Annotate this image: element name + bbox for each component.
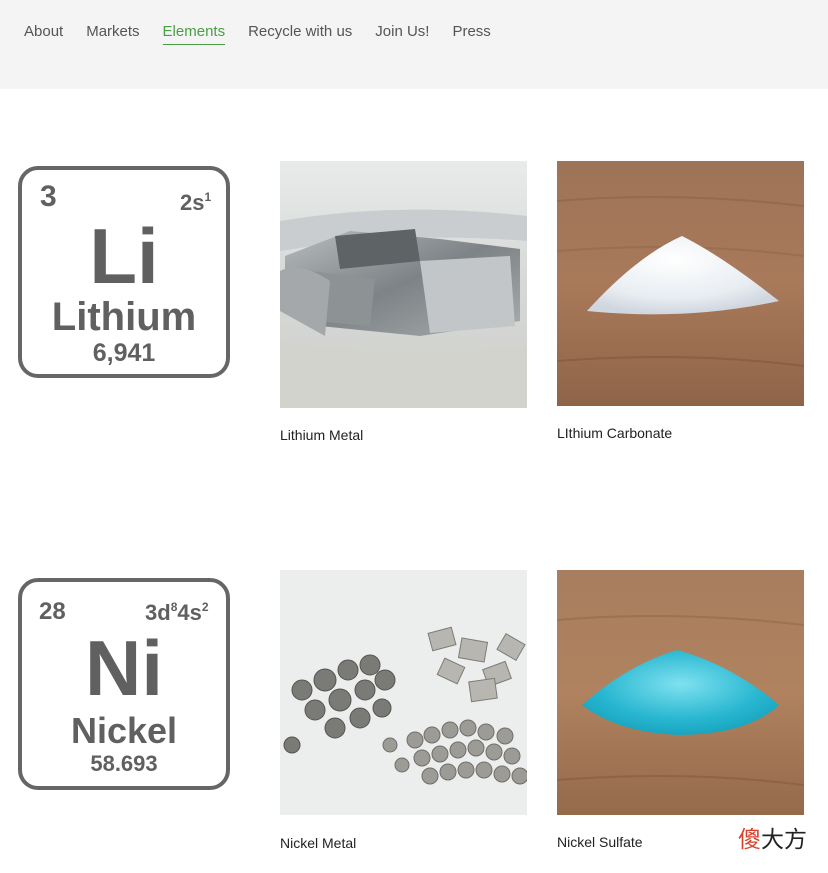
element-name: Nickel <box>70 710 178 751</box>
main-nav: About Markets Elements Recycle with us J… <box>24 21 514 45</box>
element-name: Lithium <box>51 295 197 339</box>
product-caption: Lithium Metal <box>280 427 364 443</box>
atomic-mass: 6,941 <box>92 339 156 367</box>
element-symbol: Li <box>89 212 159 300</box>
watermark: 傻大方 <box>738 827 807 853</box>
lithium-carbonate-photo <box>557 161 804 406</box>
nickel-sulfate-photo <box>557 570 804 815</box>
nickel-element-tile: 28 3d84s2 Ni Nickel 58.693 <box>18 578 230 790</box>
lithium-element-tile: 3 2s1 Li Lithium 6,941 <box>18 166 230 378</box>
nav-press[interactable]: Press <box>452 21 490 45</box>
nav-elements[interactable]: Elements <box>162 21 226 45</box>
product-caption: Nickel Sulfate <box>557 834 643 850</box>
product-caption: LIthium Carbonate <box>557 425 673 441</box>
nav-join-us[interactable]: Join Us! <box>375 21 429 45</box>
lithium-metal-photo <box>280 161 527 408</box>
top-nav-bar: About Markets Elements Recycle with us J… <box>0 0 828 89</box>
element-symbol: Ni <box>85 624 163 712</box>
atomic-number: 3 <box>40 180 57 213</box>
product-caption: Nickel Metal <box>280 835 357 851</box>
nav-recycle-with-us[interactable]: Recycle with us <box>248 21 352 45</box>
atomic-mass: 58.693 <box>90 751 158 776</box>
nav-markets[interactable]: Markets <box>86 21 139 45</box>
atomic-number: 28 <box>39 598 66 625</box>
nickel-metal-photo <box>280 570 527 815</box>
electron-configuration: 3d84s2 <box>145 600 209 625</box>
electron-configuration: 2s1 <box>180 190 212 215</box>
nav-about[interactable]: About <box>24 21 63 45</box>
